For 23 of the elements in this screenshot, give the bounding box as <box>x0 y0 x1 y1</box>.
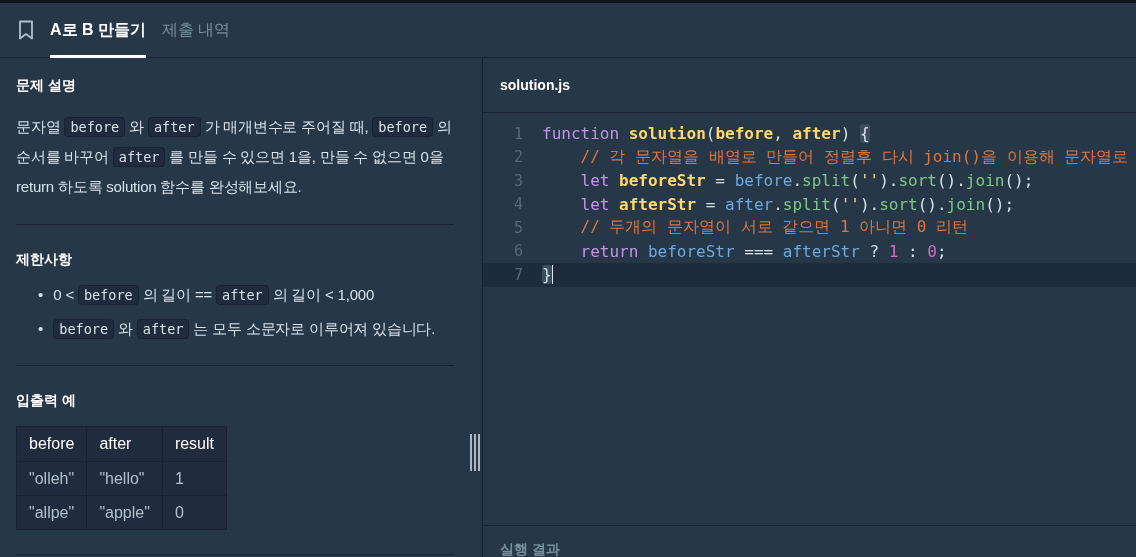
bullet: • <box>38 319 44 339</box>
table-cell: "apple" <box>86 495 163 530</box>
table-cell: "allpe" <box>16 495 87 530</box>
file-name: solution.js <box>500 77 570 93</box>
tab[interactable]: 제출 내역 <box>162 3 231 58</box>
section-title: 문제 설명 <box>16 77 77 94</box>
constraint-item: 0 < before 의 길이 == after 의 길이 < 1,000 <box>53 284 375 307</box>
description-paragraph: 문자열 before 와 after 가 매개변수로 주어질 때, before 의 순서를 바꾸어 after 를 만들 수 있으면 1을, 만들 수 없으면 0을 return 하도록 solution 함수를 완성해보세요. <box>16 116 453 197</box>
column-header: before <box>16 426 87 462</box>
bullet: • <box>38 285 44 305</box>
constraint-item: before 와 after 는 모두 소문자로 이루어져 있습니다. <box>53 312 436 346</box>
column-header: result <box>162 426 227 462</box>
section-title: 실행 결과 <box>500 541 560 557</box>
section-title: 입출력 예 <box>16 392 77 409</box>
tab[interactable]: A로 B 만들기 <box>50 3 146 58</box>
table-cell: 1 <box>162 461 227 496</box>
table-cell: "olleh" <box>16 461 87 496</box>
table-cell: "hello" <box>86 461 163 496</box>
column-header: after <box>86 426 163 462</box>
resize-handle[interactable] <box>470 434 480 471</box>
table-cell: 0 <box>162 495 227 530</box>
section-title: 제한사항 <box>16 251 73 268</box>
bookmark-icon[interactable] <box>18 20 34 40</box>
